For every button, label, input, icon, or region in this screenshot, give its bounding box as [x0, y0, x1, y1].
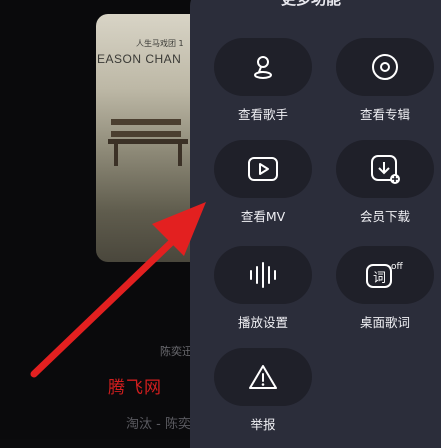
report-label: 举报 — [250, 417, 276, 432]
view-singer-label: 查看歌手 — [237, 107, 288, 122]
view-mv-label: 查看MV — [240, 209, 286, 224]
view-mv-pill[interactable] — [214, 140, 312, 198]
report-button[interactable]: 举报 — [214, 348, 314, 448]
view-album-label: 查看专辑 — [359, 107, 410, 122]
sound-wave-icon — [250, 262, 276, 288]
play-settings-label: 播放设置 — [237, 315, 288, 330]
view-album-button[interactable]: 查看专辑 — [336, 38, 436, 138]
play-icon — [248, 157, 278, 181]
view-singer-button[interactable]: 查看歌手 — [214, 38, 314, 138]
singer-icon — [254, 56, 272, 79]
member-download-button[interactable]: 会员下载 — [336, 140, 436, 240]
panel-title: 更多功能 — [281, 0, 341, 9]
album-artist-text: EASON CHAN — [97, 52, 182, 66]
view-album-pill[interactable] — [336, 38, 434, 96]
bench-illustration — [108, 119, 188, 166]
view-singer-pill[interactable] — [214, 38, 312, 96]
song-artist: 陈奕迅 — [160, 345, 193, 358]
play-settings-button[interactable]: 播放设置 — [214, 246, 314, 346]
song-title: 淘汰 - 陈奕 — [126, 417, 191, 432]
svg-text:off: off — [391, 262, 404, 272]
member-download-pill[interactable] — [336, 140, 434, 198]
album-icon — [372, 54, 398, 80]
desktop-lyrics-button[interactable]: 词 off 桌面歌词 — [336, 246, 436, 346]
svg-text:词: 词 — [373, 271, 386, 286]
warning-icon — [249, 365, 277, 389]
watermark: 腾飞网 — [108, 378, 162, 398]
download-icon — [371, 155, 400, 184]
desktop-lyrics-label: 桌面歌词 — [359, 315, 410, 330]
member-download-label: 会员下载 — [359, 209, 410, 224]
view-mv-button[interactable]: 查看MV — [214, 140, 314, 240]
report-pill[interactable] — [214, 348, 312, 406]
more-functions-panel: 更多功能 查看歌手 查看专辑 查看MV — [190, 0, 441, 448]
play-settings-pill[interactable] — [214, 246, 312, 304]
lyrics-icon: 词 off — [366, 262, 404, 288]
album-subtitle: 人生马戏团 1 — [136, 39, 184, 48]
desktop-lyrics-pill[interactable]: 词 off — [336, 246, 434, 304]
